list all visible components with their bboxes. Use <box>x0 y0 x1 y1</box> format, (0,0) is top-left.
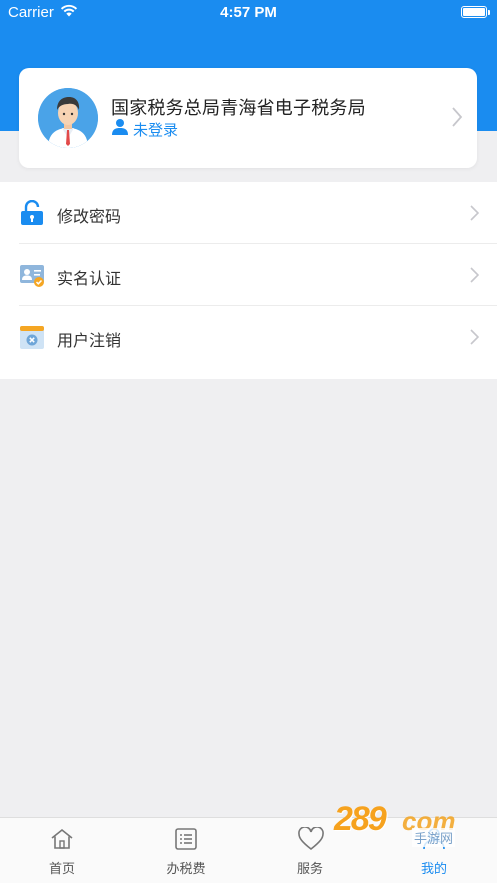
login-status[interactable]: 未登录 <box>133 119 178 140</box>
heart-icon <box>298 826 324 851</box>
status-bar: Carrier 4:57 PM <box>0 0 497 26</box>
user-avatar-icon <box>38 88 98 148</box>
chevron-right-icon <box>451 106 463 132</box>
tab-label: 我的 <box>420 862 447 877</box>
tab-label: 办税费 <box>166 862 206 877</box>
watermark-cn: 手游网 <box>412 828 456 847</box>
menu-item-real-name-auth[interactable]: 实名认证 <box>0 244 497 306</box>
battery-icon <box>461 6 490 18</box>
menu-item-cancel-account[interactable]: 用户注销 <box>0 306 497 368</box>
settings-menu: 修改密码 实名认证 用户注销 <box>0 182 497 379</box>
list-icon <box>174 827 198 851</box>
tab-home[interactable]: 首页 <box>0 818 124 883</box>
watermark-logo: 289 com 手游网 <box>334 800 484 848</box>
org-name: 国家税务总局青海省电子税务局 <box>111 98 366 119</box>
lock-icon <box>19 199 45 226</box>
profile-card[interactable]: 国家税务总局青海省电子税务局 未登录 <box>19 68 477 168</box>
clock: 4:57 PM <box>220 4 277 21</box>
tab-label: 首页 <box>48 862 75 877</box>
chevron-right-icon <box>470 267 480 287</box>
tab-label: 服务 <box>296 862 323 877</box>
menu-item-label: 实名认证 <box>57 269 122 288</box>
id-card-icon <box>19 262 45 288</box>
home-icon <box>50 827 74 851</box>
chevron-right-icon <box>470 205 480 225</box>
cancel-account-icon <box>19 324 45 350</box>
tab-tax[interactable]: 办税费 <box>124 818 248 883</box>
menu-item-label: 用户注销 <box>57 331 122 350</box>
user-icon <box>111 118 129 140</box>
menu-item-label: 修改密码 <box>57 207 122 226</box>
watermark-brand: 289 <box>334 800 387 838</box>
chevron-right-icon <box>470 329 480 349</box>
menu-item-change-password[interactable]: 修改密码 <box>0 182 497 244</box>
login-status-row[interactable]: 未登录 <box>111 118 178 140</box>
